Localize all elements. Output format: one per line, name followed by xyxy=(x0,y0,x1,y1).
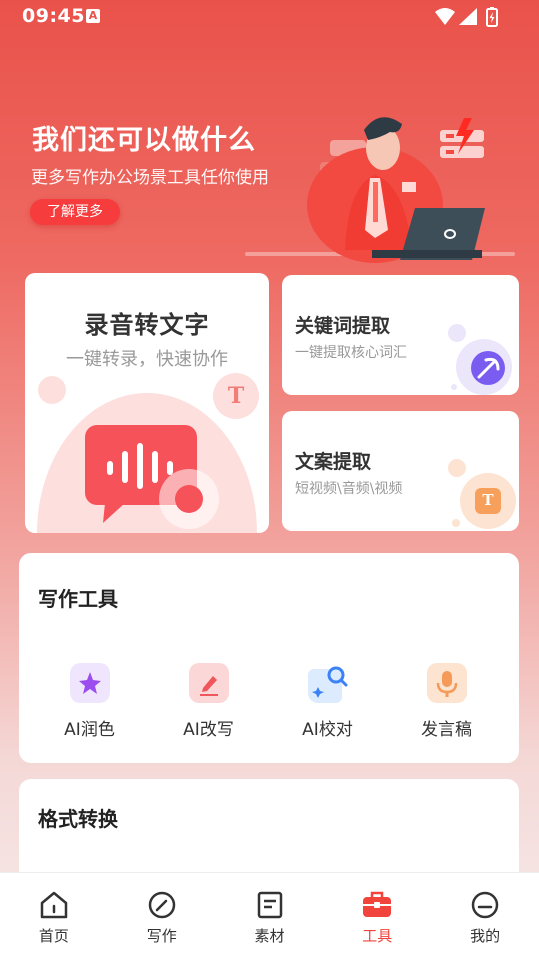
tab-write[interactable]: 写作 xyxy=(108,873,216,959)
tab-home[interactable]: 首页 xyxy=(0,873,108,959)
signal-icon xyxy=(459,8,477,25)
keyword-icon xyxy=(448,324,512,395)
wifi-icon xyxy=(435,8,455,25)
document-icon xyxy=(257,891,282,919)
writing-tools-title: 写作工具 xyxy=(38,587,118,611)
tab-label: 素材 xyxy=(254,927,285,945)
text-badge-icon: T xyxy=(482,491,494,509)
tool-label: AI校对 xyxy=(302,720,353,740)
tool-label: AI润色 xyxy=(64,720,115,740)
tab-label: 我的 xyxy=(470,927,501,945)
battery-charging-icon xyxy=(486,7,498,27)
tool-ai-rewrite[interactable]: AI改写 xyxy=(146,663,271,743)
tab-label: 写作 xyxy=(146,927,177,945)
format-conversion-title: 格式转换 xyxy=(38,807,118,831)
sparkle-star-icon xyxy=(70,663,110,703)
speech-to-text-card[interactable]: 录音转文字 一键转录，快速协作 T xyxy=(25,273,269,533)
tab-profile[interactable]: 我的 xyxy=(431,873,539,959)
copy-extract-card[interactable]: 文案提取 短视频\音频\视频 T xyxy=(282,411,519,531)
office-worker-illustration xyxy=(245,117,515,263)
tool-label: AI改写 xyxy=(183,720,234,740)
tab-materials[interactable]: 素材 xyxy=(216,873,324,959)
home-icon xyxy=(40,891,68,919)
microphone-icon xyxy=(427,663,467,703)
bottom-tab-bar: 首页 写作 素材 工具 我的 xyxy=(0,872,539,959)
tool-ai-polish[interactable]: AI润色 xyxy=(27,663,152,743)
app-notification-icon: A xyxy=(86,9,100,23)
keyword-extract-subtitle: 一键提取核心词汇 xyxy=(295,345,407,361)
text-badge-icon: T xyxy=(227,383,245,409)
banner-subtitle: 更多写作办公场景工具任你使用 xyxy=(31,168,269,188)
speech-to-text-title: 录音转文字 xyxy=(84,311,210,339)
server-icon xyxy=(440,118,484,158)
writing-tools-section: 写作工具 AI润色 AI改写 AI校对 发言稿 xyxy=(19,553,519,763)
status-icons xyxy=(435,7,498,27)
toolbox-icon xyxy=(363,891,392,917)
tab-tools[interactable]: 工具 xyxy=(323,873,431,959)
status-bar: 09:45 A xyxy=(0,0,539,34)
text-extract-icon xyxy=(448,459,516,529)
promo-banner: 我们还可以做什么 更多写作办公场景工具任你使用 了解更多 xyxy=(0,90,539,270)
banner-title: 我们还可以做什么 xyxy=(32,125,256,156)
magnifier-check-icon xyxy=(308,666,348,703)
keyword-extract-title: 关键词提取 xyxy=(295,315,391,337)
tool-ai-proofread[interactable]: AI校对 xyxy=(265,663,390,743)
profile-icon xyxy=(471,891,499,919)
pen-edit-icon xyxy=(189,663,229,703)
compose-icon xyxy=(148,891,176,919)
status-time: 09:45 xyxy=(22,5,85,27)
learn-more-button[interactable]: 了解更多 xyxy=(30,199,120,225)
copy-extract-subtitle: 短视频\音频\视频 xyxy=(295,481,403,497)
tab-label: 首页 xyxy=(38,927,69,945)
tool-speech-draft[interactable]: 发言稿 xyxy=(384,663,509,743)
tab-label: 工具 xyxy=(362,927,393,945)
tool-label: 发言稿 xyxy=(421,720,472,740)
writing-tools-grid: AI润色 AI改写 AI校对 发言稿 xyxy=(19,663,519,743)
copy-extract-title: 文案提取 xyxy=(295,451,372,473)
keyword-extract-card[interactable]: 关键词提取 一键提取核心词汇 xyxy=(282,275,519,395)
